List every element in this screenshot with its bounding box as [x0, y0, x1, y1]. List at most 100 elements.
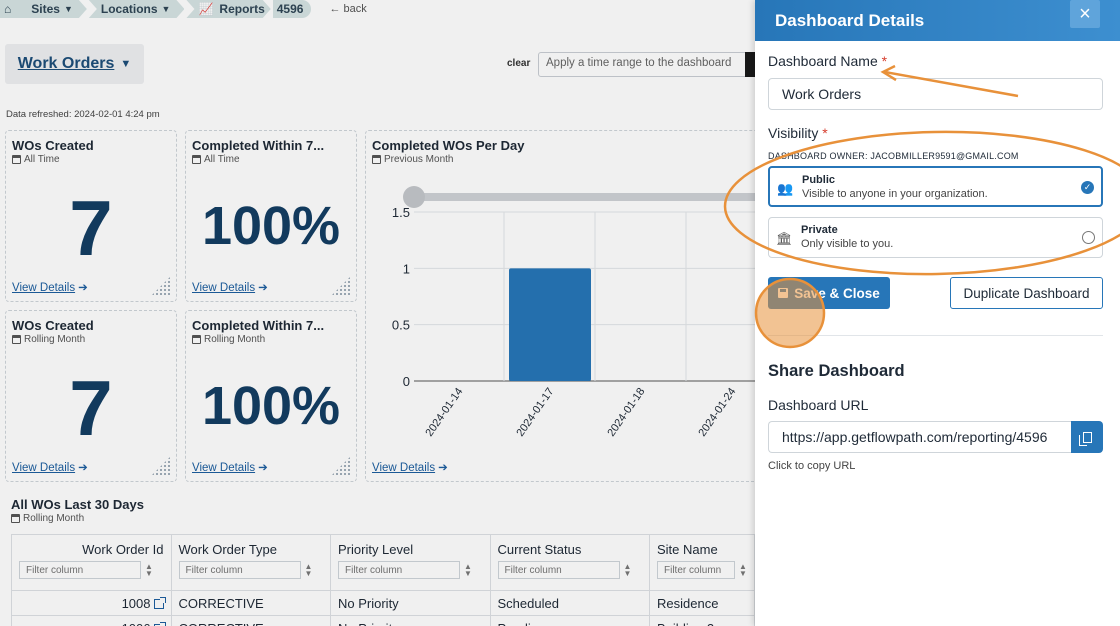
- panel-header: Dashboard Details: [755, 0, 1120, 41]
- save-close-button[interactable]: Save & Close: [768, 277, 890, 309]
- time-range-input[interactable]: Apply a time range to the dashboard: [538, 52, 748, 77]
- sort-icon[interactable]: ▲ ▼: [305, 563, 313, 578]
- metric-value: 7: [69, 184, 113, 272]
- view-details-link[interactable]: View Details ➔: [192, 280, 268, 294]
- breadcrumb-locations[interactable]: Locations ▼: [89, 0, 185, 18]
- resize-handle-icon[interactable]: [331, 276, 351, 296]
- metric-card-wos-created-all: WOs Created All Time 7 View Details ➔: [5, 130, 177, 302]
- resize-handle-icon[interactable]: [151, 276, 171, 296]
- column-header-label: Work Order Type: [178, 542, 278, 557]
- column-header[interactable]: Site Name ▲▼: [649, 534, 755, 591]
- save-close-label: Save & Close: [794, 285, 880, 301]
- column-filter-input[interactable]: [19, 561, 141, 579]
- option-title: Public: [802, 174, 836, 186]
- option-description: Visible to anyone in your organization.: [802, 188, 988, 200]
- column-header[interactable]: Priority Level ▲▼: [330, 534, 491, 591]
- table-card: All WOs Last 30 Days Rolling Month Work …: [5, 490, 755, 626]
- card-title: WOs Created: [12, 318, 94, 333]
- sort-icon[interactable]: ▲ ▼: [464, 563, 472, 578]
- view-details-link[interactable]: View Details ➔: [12, 280, 88, 294]
- chevron-down-icon: ▼: [120, 58, 132, 70]
- column-filter-input[interactable]: [178, 561, 301, 579]
- x-tick-label: 2024-01-14: [423, 386, 465, 439]
- radio-icon[interactable]: [1082, 231, 1095, 244]
- visibility-option-public[interactable]: 👥 Public Visible to anyone in your organ…: [768, 166, 1103, 207]
- dashboard-select-label: Work Orders: [17, 55, 115, 72]
- external-link-icon: [153, 596, 166, 609]
- close-icon: ×: [1079, 2, 1091, 25]
- duplicate-dashboard-button[interactable]: Duplicate Dashboard: [950, 277, 1103, 309]
- column-header-label: Priority Level: [338, 542, 414, 557]
- table-cell: CORRECTIVE: [170, 590, 331, 616]
- required-marker: *: [881, 53, 888, 69]
- users-icon: 👥: [777, 181, 794, 196]
- resize-handle-icon[interactable]: [331, 456, 351, 476]
- y-tick-label: 1: [403, 261, 410, 276]
- visibility-label-text: Visibility: [768, 125, 819, 141]
- column-filter-input[interactable]: [338, 561, 460, 579]
- view-details-link[interactable]: View Details ➔: [372, 460, 448, 474]
- close-button[interactable]: ×: [1070, 0, 1100, 28]
- column-filter-input[interactable]: [657, 561, 735, 579]
- bar-chart: 0 0.5 1 1.5 2024-01-14 2024-01-17 2024-01-18 20…: [392, 186, 755, 439]
- dashboard-name-label-text: Dashboard Name: [768, 53, 878, 69]
- zoom-slider-track[interactable]: [414, 193, 755, 201]
- breadcrumb-sites[interactable]: ⌂ Sites ▼: [0, 0, 87, 18]
- calendar-icon: [192, 155, 201, 164]
- table-cell: No Priority: [330, 615, 491, 626]
- work-order-id-link[interactable]: 1006: [11, 615, 172, 626]
- arrow-right-icon: ➔: [258, 462, 268, 474]
- view-details-label: View Details: [192, 282, 256, 294]
- dashboard-name-input[interactable]: [768, 78, 1103, 110]
- copy-url-button[interactable]: [1071, 421, 1103, 453]
- sort-icon[interactable]: ▲ ▼: [624, 563, 632, 578]
- copy-url-hint: Click to copy URL: [768, 460, 856, 472]
- view-details-label: View Details: [12, 462, 76, 474]
- column-header-label: Current Status: [497, 542, 582, 557]
- back-link[interactable]: ← back: [329, 3, 366, 15]
- clear-button[interactable]: clear: [507, 58, 530, 69]
- share-dashboard-heading: Share Dashboard: [768, 362, 905, 380]
- table-row[interactable]: 1008 CORRECTIVE No Priority Scheduled Reside…: [11, 590, 755, 616]
- card-subtitle-label: All Time: [24, 154, 60, 165]
- resize-handle-icon[interactable]: [151, 456, 171, 476]
- column-header[interactable]: Work Order Type ▲▼: [170, 534, 331, 591]
- chart-bar[interactable]: [509, 268, 591, 381]
- calendar-icon: [12, 335, 21, 344]
- view-details-link[interactable]: View Details ➔: [192, 460, 268, 474]
- table-cell: CORRECTIVE: [170, 615, 331, 626]
- column-header[interactable]: Current Status ▲▼: [489, 534, 650, 591]
- column-filter-input[interactable]: [497, 561, 620, 579]
- required-marker: *: [822, 125, 828, 141]
- arrow-right-icon: ➔: [258, 282, 268, 294]
- check-icon[interactable]: ✓: [1081, 181, 1094, 194]
- save-icon: [778, 288, 789, 298]
- metric-value: 7: [69, 364, 113, 452]
- filter-row: ▲▼: [497, 561, 643, 579]
- arrow-right-icon: ➔: [78, 282, 88, 294]
- bank-icon: 🏛: [776, 231, 793, 246]
- visibility-label: Visibility *: [768, 125, 828, 141]
- dashboard-url-input[interactable]: [768, 421, 1072, 453]
- work-order-id-link[interactable]: 1008: [11, 590, 172, 616]
- dashboard-select[interactable]: Work Orders ▼: [5, 44, 144, 84]
- filter-row: ▲▼: [178, 561, 324, 579]
- back-label: back: [343, 3, 367, 15]
- sort-icon[interactable]: ▲ ▼: [145, 563, 153, 578]
- back-arrow-icon: ←: [329, 3, 344, 15]
- breadcrumb-reports[interactable]: 📈 Reports: [186, 0, 270, 18]
- view-details-link[interactable]: View Details ➔: [12, 460, 88, 474]
- option-title: Private: [801, 224, 838, 236]
- filter-row: ▲▼: [19, 561, 164, 579]
- filter-row: ▲▼: [657, 561, 747, 579]
- metric-card-completed-all: Completed Within 7... All Time 100% View…: [185, 130, 357, 302]
- x-tick-label: 2024-01-17: [514, 386, 556, 439]
- sort-icon[interactable]: ▲ ▼: [739, 563, 747, 578]
- card-title: All WOs Last 30 Days: [11, 497, 144, 512]
- table-row[interactable]: 1006 CORRECTIVENo PriorityPendingBuilding…: [11, 615, 755, 626]
- visibility-option-private[interactable]: 🏛 Private Only visible to you.: [768, 217, 1103, 258]
- card-subtitle-label: Rolling Month: [24, 334, 86, 345]
- calendar-icon: [12, 155, 21, 164]
- column-header[interactable]: Work Order Id ▲▼: [11, 534, 172, 591]
- calendar-button[interactable]: [745, 52, 755, 77]
